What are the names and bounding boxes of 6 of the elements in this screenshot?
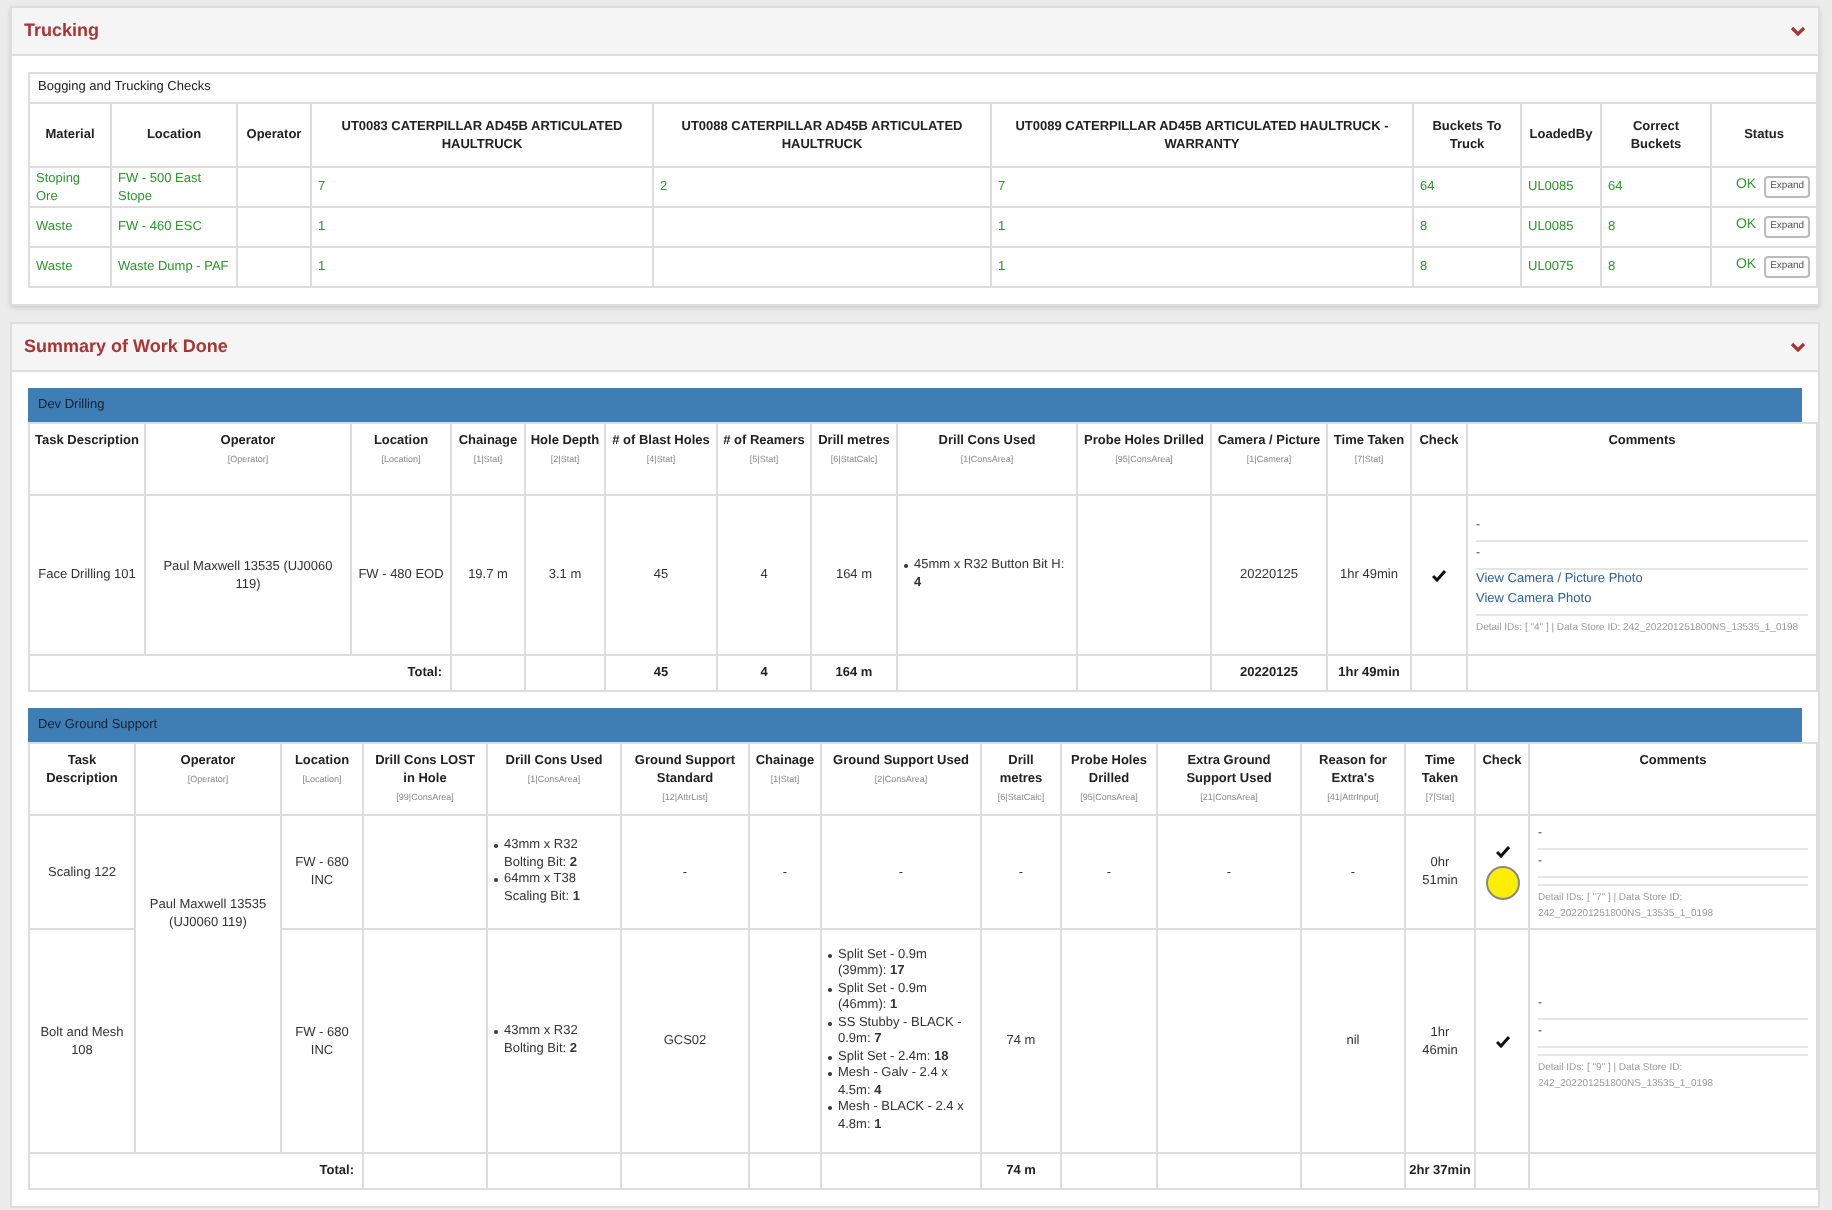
panel-title: Summary of Work Done [24,333,228,360]
panel-title: Trucking [24,17,100,44]
panel-header[interactable]: Summary of Work Done [12,324,1818,372]
chevron-down-icon[interactable] [1790,341,1806,353]
panel-header[interactable]: Trucking [12,8,1818,56]
chevron-down-icon[interactable] [1790,25,1806,37]
